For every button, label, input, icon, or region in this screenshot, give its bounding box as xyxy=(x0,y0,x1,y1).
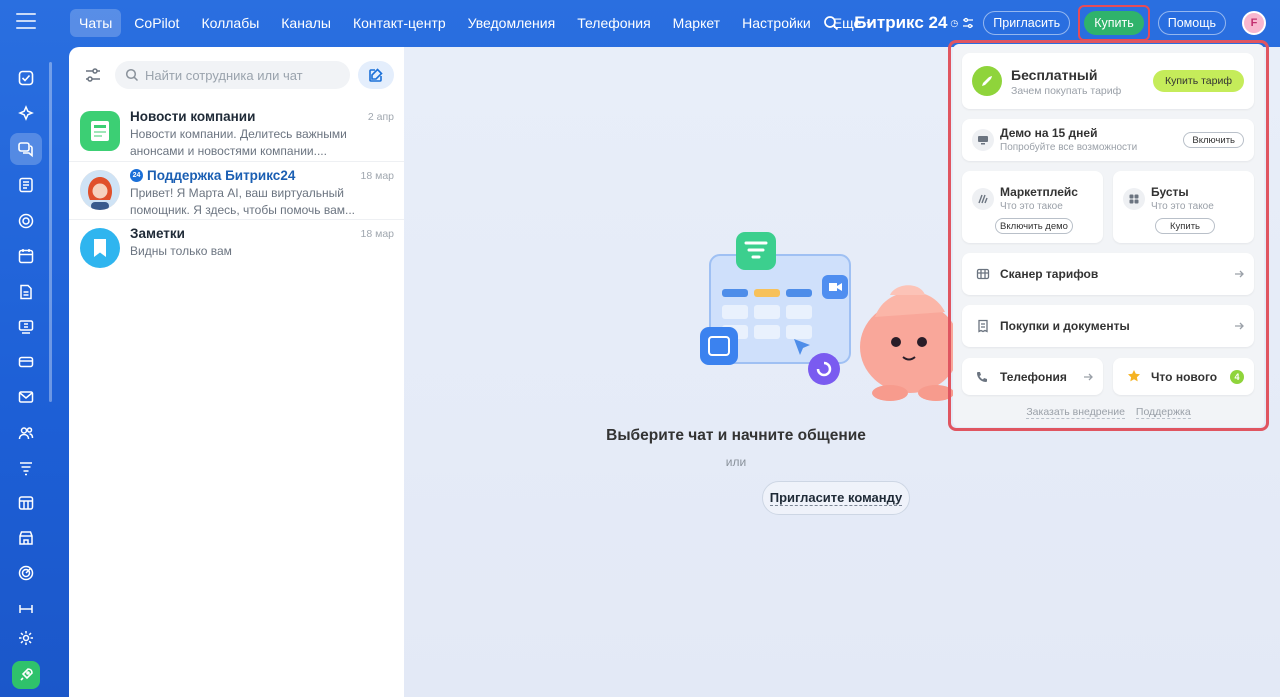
mail-icon[interactable] xyxy=(10,381,42,413)
chat-list-panel: Новости компании 2 апр Новости компании.… xyxy=(69,47,404,697)
chat-title-text: Поддержка Битрикс24 xyxy=(147,168,296,183)
nav-item-channels[interactable]: Каналы xyxy=(272,9,340,37)
nav-item-collabs[interactable]: Коллабы xyxy=(192,9,268,37)
left-rail xyxy=(0,0,52,697)
nav-item-market[interactable]: Маркет xyxy=(664,9,729,37)
news-avatar xyxy=(80,111,120,151)
chat-date: 2 апр xyxy=(367,110,394,123)
chat-item-news[interactable]: Новости компании 2 апр Новости компании.… xyxy=(69,103,404,161)
chat-title: 24 Поддержка Битрикс24 xyxy=(130,168,295,183)
search-icon xyxy=(125,68,139,82)
documents-icon[interactable] xyxy=(10,276,42,308)
help-button[interactable]: Помощь xyxy=(1157,11,1226,35)
sales-icon[interactable] xyxy=(10,346,42,378)
nav-item-copilot[interactable]: CoPilot xyxy=(125,9,188,37)
crm-icon[interactable] xyxy=(10,311,42,343)
compose-icon xyxy=(369,68,383,82)
clock-icon: ◷ xyxy=(950,17,959,28)
chats-icon[interactable] xyxy=(10,133,42,165)
chat-item-support[interactable]: 24 Поддержка Битрикс24 18 мар Привет! Я … xyxy=(69,161,404,219)
goals-icon[interactable] xyxy=(10,557,42,589)
drive-icon[interactable] xyxy=(10,205,42,237)
chat-search-input[interactable] xyxy=(145,67,340,83)
user-avatar[interactable]: F xyxy=(1242,11,1266,35)
nav-item-chats[interactable]: Чаты xyxy=(70,9,122,37)
invite-button[interactable]: Пригласить xyxy=(983,11,1071,35)
chat-item-body: Новости компании 2 апр Новости компании.… xyxy=(130,109,394,158)
header-right: Битрикс 24 ◷ Пригласить Купить Помощь F xyxy=(822,5,1266,41)
chat-preview: Привет! Я Марта AI, ваш виртуальный помо… xyxy=(130,186,356,217)
empty-chat-illustration xyxy=(700,232,960,401)
verified-badge-icon: 24 xyxy=(130,169,143,182)
empty-state-or: или xyxy=(725,455,747,469)
chat-title: Новости компании xyxy=(130,109,256,124)
brand-logo[interactable]: Битрикс 24 ◷ xyxy=(854,13,975,33)
filter-icon[interactable] xyxy=(79,61,107,89)
assistant-avatar-icon xyxy=(80,170,120,210)
nav-item-settings[interactable]: Настройки xyxy=(733,9,820,37)
buy-button[interactable]: Купить xyxy=(1084,11,1144,35)
chat-search[interactable] xyxy=(115,61,350,89)
chat-preview: Видны только вам xyxy=(130,244,232,258)
nav-item-notifications[interactable]: Уведомления xyxy=(459,9,565,37)
calendar-icon[interactable] xyxy=(10,240,42,272)
funnel-icon[interactable] xyxy=(10,452,42,484)
chat-item-notes[interactable]: Заметки 18 мар Видны только вам xyxy=(69,219,404,277)
chat-item-body: Заметки 18 мар Видны только вам xyxy=(130,226,394,271)
sliders-icon[interactable] xyxy=(961,16,975,30)
settings-icon[interactable] xyxy=(10,622,42,654)
support-avatar xyxy=(80,170,120,210)
employees-icon[interactable] xyxy=(10,417,42,449)
chat-item-body: 24 Поддержка Битрикс24 18 мар Привет! Я … xyxy=(130,168,395,217)
newspaper-icon xyxy=(91,121,109,141)
chat-title: Заметки xyxy=(130,226,185,241)
buy-highlight: Купить xyxy=(1078,5,1150,41)
store-icon[interactable] xyxy=(10,522,42,554)
chat-list-header xyxy=(69,47,404,103)
search-icon[interactable] xyxy=(822,14,840,32)
nav-item-contact-center[interactable]: Контакт-центр xyxy=(344,9,455,37)
booking-icon[interactable] xyxy=(10,592,42,624)
invite-team-label: Пригласите команду xyxy=(769,490,903,506)
rail-scrollbar[interactable] xyxy=(49,62,52,402)
compose-button[interactable] xyxy=(358,61,394,89)
menu-icon[interactable] xyxy=(16,13,36,29)
copilot-icon[interactable] xyxy=(10,98,42,130)
nav-item-telephony[interactable]: Телефония xyxy=(568,9,659,37)
notes-avatar xyxy=(80,228,120,268)
chat-preview: Новости компании. Делитесь важными анонс… xyxy=(130,127,347,158)
feed-icon[interactable] xyxy=(10,169,42,201)
bookmark-icon xyxy=(94,239,106,257)
tasks-icon[interactable] xyxy=(10,62,42,94)
brand-name: Битрикс 24 xyxy=(854,13,948,32)
invite-team-button[interactable]: Пригласите команду xyxy=(762,481,910,515)
top-nav: Чаты CoPilot Коллабы Каналы Контакт-цент… xyxy=(70,8,883,38)
popup-highlight-frame xyxy=(948,40,1269,431)
chat-date: 18 мар xyxy=(360,227,395,240)
automation-icon[interactable] xyxy=(10,487,42,519)
rocket-icon[interactable] xyxy=(12,661,40,689)
chat-date: 18 мар xyxy=(360,169,395,182)
